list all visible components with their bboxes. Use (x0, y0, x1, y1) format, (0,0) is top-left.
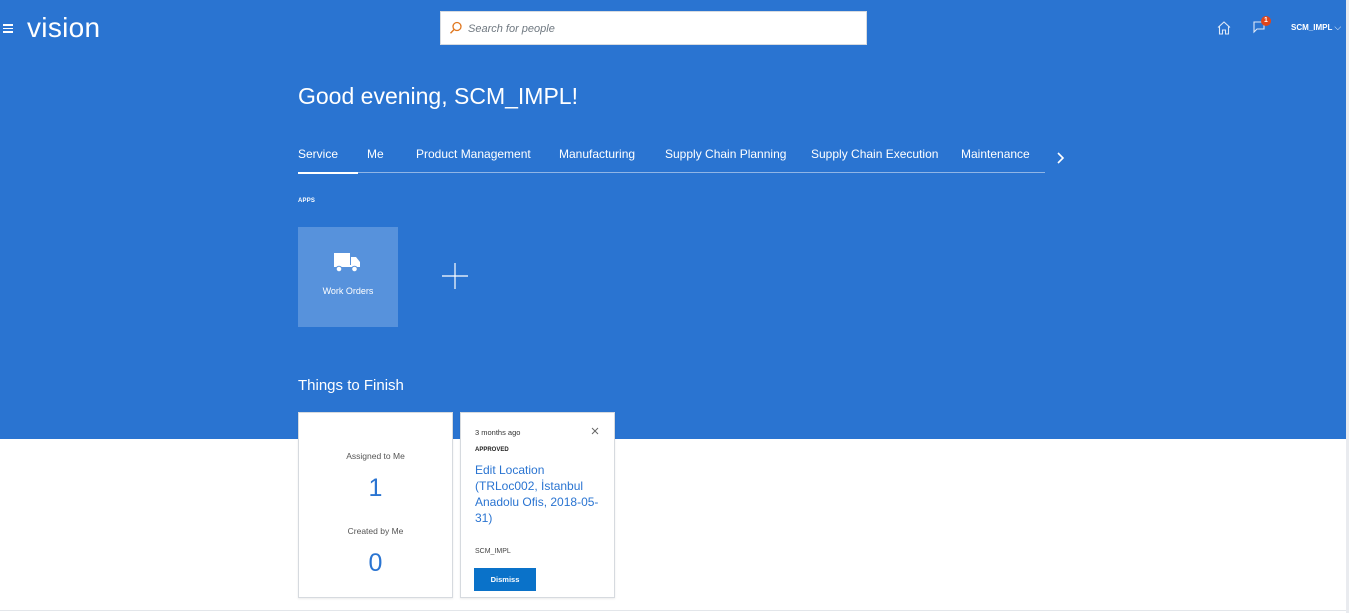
app-tile-work-orders[interactable]: Work Orders (298, 227, 398, 327)
app-tile-label: Work Orders (322, 286, 374, 296)
apps-section-label: APPS (298, 198, 316, 204)
tab-product-management[interactable]: Product Management (416, 147, 531, 162)
user-menu[interactable]: SCM_IMPL ⌵ (1291, 22, 1341, 33)
tab-maintenance[interactable]: Maintenance (961, 147, 1030, 162)
task-status: APPROVED (475, 447, 509, 453)
truck-icon (334, 253, 360, 273)
tab-service[interactable]: Service (298, 147, 359, 174)
task-user: SCM_IMPL (475, 548, 511, 555)
things-to-finish-title: Things to Finish (298, 377, 404, 394)
hero-banner (0, 0, 1349, 439)
task-timestamp: 3 months ago (475, 428, 521, 437)
user-name: SCM_IMPL (1291, 23, 1333, 32)
assigned-to-me-label: Assigned to Me (346, 451, 405, 461)
task-title-link[interactable]: Edit Location (TRLoc002, İstanbul Anadol… (475, 462, 603, 526)
search-icon (449, 21, 462, 34)
home-icon[interactable] (1216, 20, 1232, 36)
search-input[interactable] (468, 19, 848, 39)
close-icon[interactable] (590, 426, 600, 436)
bottom-divider (0, 610, 1346, 611)
tab-supply-chain-planning[interactable]: Supply Chain Planning (665, 147, 786, 162)
task-card: 3 months ago APPROVED Edit Location (TRL… (460, 412, 615, 598)
tab-supply-chain-execution[interactable]: Supply Chain Execution (811, 147, 938, 162)
created-by-me-count[interactable]: 0 (299, 549, 452, 577)
plus-icon[interactable] (441, 262, 469, 290)
created-by-me-label: Created by Me (347, 526, 404, 536)
search-box[interactable] (440, 11, 867, 45)
chevron-right-icon[interactable] (1054, 150, 1068, 166)
assigned-to-me-count[interactable]: 1 (299, 474, 452, 502)
notification-badge: 1 (1261, 16, 1271, 26)
summary-card: Assigned to Me 1 Created by Me 0 (298, 412, 453, 598)
notifications-button[interactable]: 1 (1251, 16, 1273, 38)
logo[interactable]: vision (27, 11, 100, 45)
tab-bar: Service Me Product Management Manufactur… (298, 140, 1045, 174)
chevron-down-icon: ⌵ (1334, 22, 1342, 32)
tab-me[interactable]: Me (367, 147, 384, 162)
dismiss-button[interactable]: Dismiss (474, 568, 536, 591)
menu-icon[interactable] (3, 22, 13, 34)
tab-manufacturing[interactable]: Manufacturing (559, 147, 635, 162)
page-greeting: Good evening, SCM_IMPL! (298, 83, 578, 109)
